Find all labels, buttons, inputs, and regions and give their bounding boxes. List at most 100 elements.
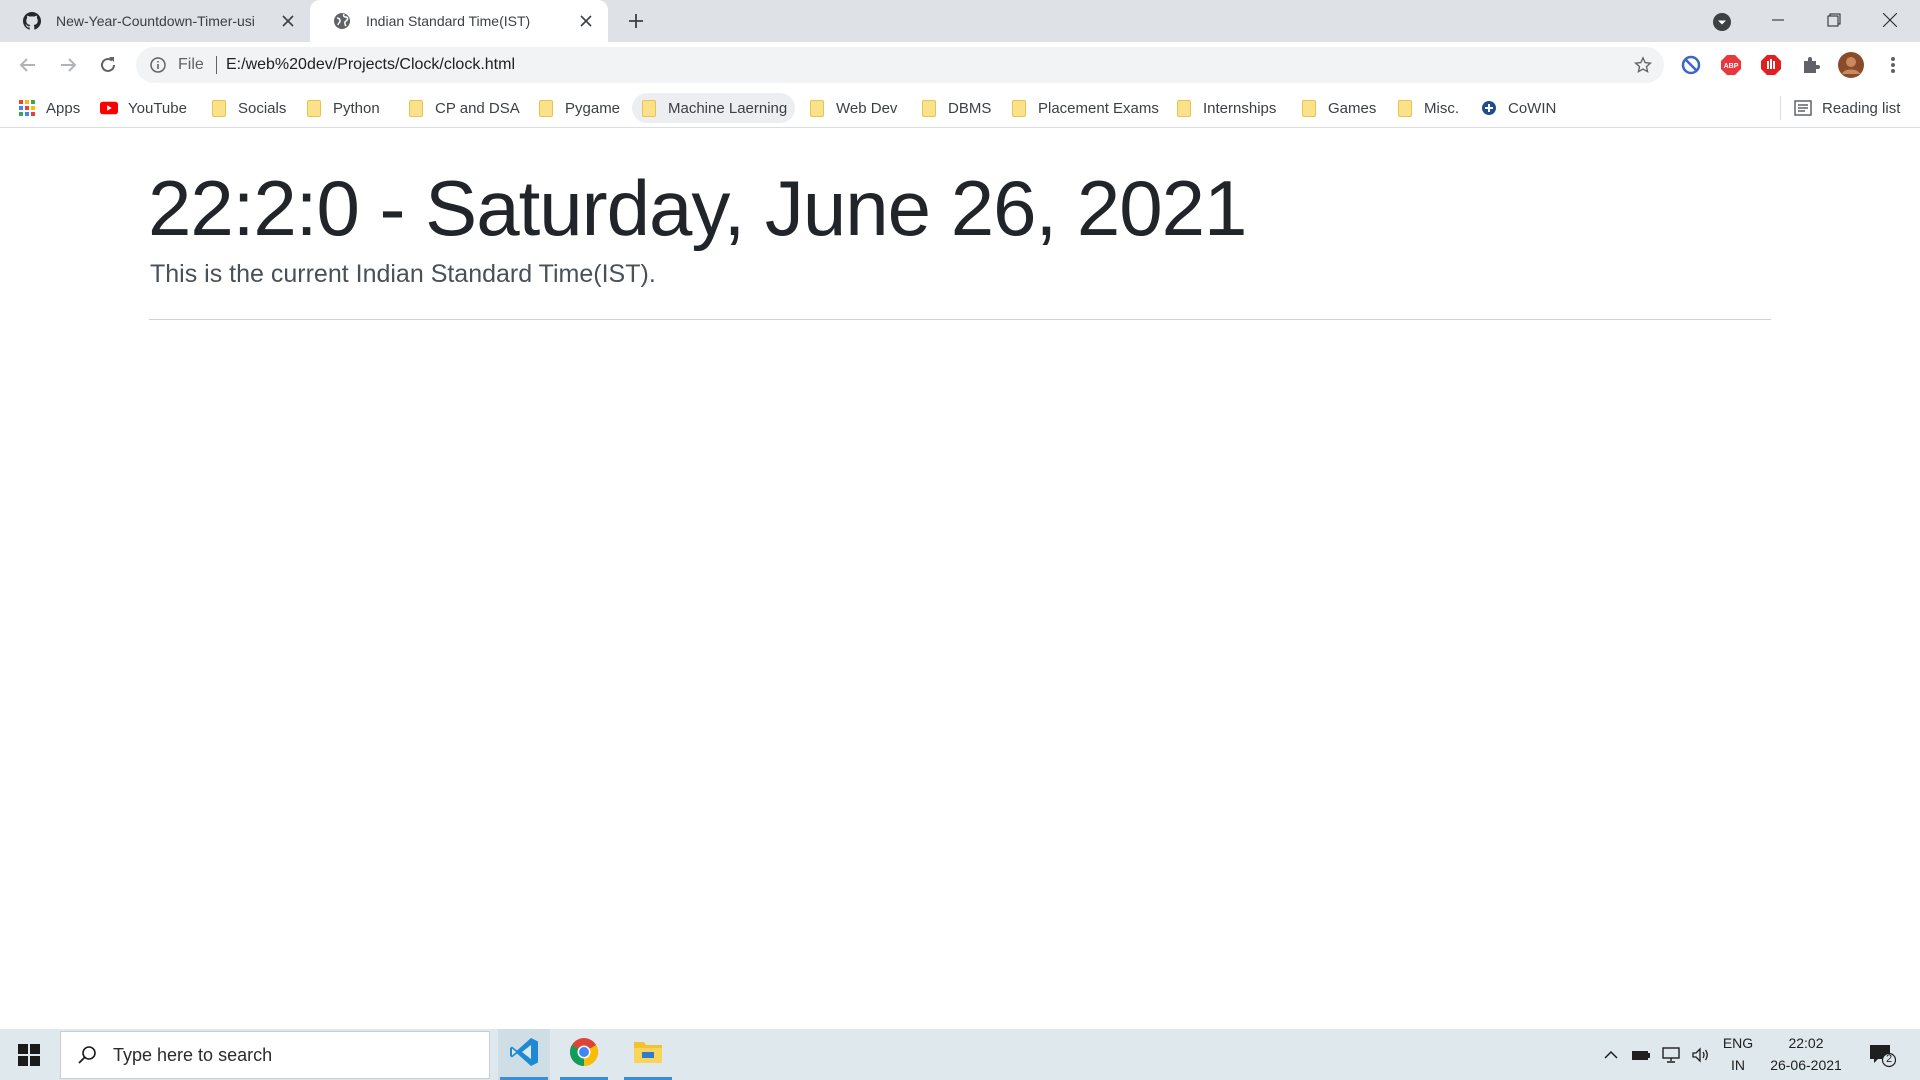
bookmarks-divider (1780, 96, 1781, 120)
horizontal-rule (149, 319, 1771, 320)
tab-ist[interactable]: Indian Standard Time(IST) (310, 0, 608, 42)
chrome-icon (569, 1037, 599, 1072)
restore-button[interactable] (1806, 0, 1862, 40)
svg-text:ABP: ABP (1724, 63, 1739, 70)
notification-count: 2 (1885, 1052, 1893, 1065)
bookmark-folder-cp-dsa[interactable]: CP and DSA (399, 93, 528, 123)
bookmark-folder-misc[interactable]: Misc. (1388, 93, 1467, 123)
bookmark-label: Pygame (565, 99, 621, 117)
reading-list-icon (1794, 99, 1812, 117)
taskbar-app-chrome[interactable] (558, 1029, 610, 1080)
bookmark-label: Machine Laerning (668, 99, 788, 117)
tab-github[interactable]: New-Year-Countdown-Timer-usi (0, 0, 310, 42)
bookmark-label: Web Dev (836, 99, 898, 117)
bookmark-label: Games (1328, 99, 1377, 117)
back-button[interactable] (12, 49, 44, 81)
bookmark-label: DBMS (948, 99, 992, 117)
action-center-button[interactable]: 2 (1862, 1029, 1902, 1080)
minimize-button[interactable] (1750, 0, 1806, 40)
vscode-icon (508, 1036, 540, 1073)
folder-icon (920, 99, 938, 117)
bookmark-folder-placement-exams[interactable]: Placement Exams (1002, 93, 1167, 123)
close-window-button[interactable] (1862, 0, 1918, 40)
bookmark-youtube[interactable]: YouTube (92, 93, 195, 123)
tray-time: 22:02 (1788, 1035, 1824, 1051)
reload-button[interactable] (92, 49, 124, 81)
folder-icon (537, 99, 555, 117)
show-hidden-icons-chevron-icon[interactable] (1598, 1029, 1624, 1080)
bookmarks-bar: Apps YouTube Socials Python CP and DSA P… (0, 88, 1920, 128)
bookmark-star-icon[interactable] (1632, 54, 1654, 76)
close-tab-icon[interactable] (278, 11, 298, 31)
profile-avatar-icon[interactable] (1838, 52, 1864, 78)
tab-search-button[interactable] (1710, 10, 1734, 34)
folder-icon (210, 99, 228, 117)
adblock-plus-icon[interactable]: ABP (1718, 52, 1744, 78)
address-bar[interactable]: File E:/web%20dev/Projects/Clock/clock.h… (136, 47, 1664, 83)
volume-icon[interactable] (1688, 1029, 1714, 1080)
reading-list-label: Reading list (1822, 99, 1901, 117)
taskbar-app-vscode[interactable] (498, 1029, 550, 1080)
windows-logo-icon (18, 1043, 40, 1066)
bookmark-folder-python[interactable]: Python (297, 93, 388, 123)
reading-list-button[interactable]: Reading list (1786, 93, 1908, 123)
language-code: ENG (1722, 1035, 1754, 1051)
hand-stop-icon[interactable] (1758, 52, 1784, 78)
browser-toolbar: File E:/web%20dev/Projects/Clock/clock.h… (0, 42, 1920, 88)
bookmark-label: YouTube (128, 99, 187, 117)
github-icon (22, 11, 42, 31)
folder-icon (1175, 99, 1193, 117)
clock-description: This is the current Indian Standard Time… (150, 260, 656, 288)
tab-strip: New-Year-Countdown-Timer-usi Indian Stan… (0, 0, 1920, 42)
bookmark-folder-web-dev[interactable]: Web Dev (800, 93, 905, 123)
folder-icon (640, 99, 658, 117)
windows-taskbar: Type here to search ENG IN 22:02 26-06-2… (0, 1029, 1920, 1080)
region-code: IN (1731, 1057, 1745, 1073)
bookmark-label: Apps (46, 99, 81, 117)
blocker-icon[interactable] (1678, 52, 1704, 78)
search-placeholder: Type here to search (113, 1044, 273, 1065)
clock-date-tray[interactable]: 22:02 26-06-2021 (1764, 1029, 1848, 1080)
bookmark-label: Misc. (1424, 99, 1459, 117)
taskbar-search-input[interactable]: Type here to search (60, 1031, 490, 1079)
forward-button[interactable] (52, 49, 84, 81)
close-tab-icon[interactable] (576, 11, 596, 31)
scheme-label: File (178, 56, 204, 73)
url-text[interactable]: E:/web%20dev/Projects/Clock/clock.html (226, 56, 515, 74)
bookmark-label: CoWIN (1508, 99, 1557, 117)
tray-date: 26-06-2021 (1770, 1057, 1842, 1073)
globe-icon (332, 11, 352, 31)
start-button[interactable] (0, 1029, 58, 1080)
bookmark-label: Internships (1203, 99, 1277, 117)
new-tab-button[interactable] (622, 9, 650, 33)
apps-grid-icon (18, 99, 36, 117)
address-divider (216, 56, 217, 74)
menu-kebab-icon[interactable] (1880, 52, 1906, 78)
folder-icon (1010, 99, 1028, 117)
cowin-icon (1480, 99, 1498, 117)
puzzle-icon[interactable] (1798, 52, 1824, 78)
bookmark-label: Placement Exams (1038, 99, 1159, 117)
youtube-icon (100, 99, 118, 117)
bookmark-folder-socials[interactable]: Socials (202, 93, 294, 123)
bookmark-apps[interactable]: Apps (10, 93, 88, 123)
bookmark-label: Socials (238, 99, 287, 117)
network-icon[interactable] (1658, 1029, 1684, 1080)
bookmark-folder-internships[interactable]: Internships (1167, 93, 1284, 123)
input-language-indicator[interactable]: ENG IN (1718, 1029, 1758, 1080)
bookmark-folder-dbms[interactable]: DBMS (912, 93, 999, 123)
notification-icon: 2 (1868, 1042, 1896, 1068)
tab-title: Indian Standard Time(IST) (366, 13, 531, 29)
folder-icon (808, 99, 826, 117)
bookmark-folder-machine-learning[interactable]: Machine Laerning (632, 93, 796, 123)
bookmark-folder-games[interactable]: Games (1292, 93, 1384, 123)
taskbar-app-file-explorer[interactable] (622, 1029, 674, 1080)
bookmark-folder-pygame[interactable]: Pygame (529, 93, 628, 123)
page-content: 22:2:0 - Saturday, June 26, 2021 This is… (0, 129, 1920, 1029)
file-explorer-icon (633, 1039, 663, 1070)
clock-heading: 22:2:0 - Saturday, June 26, 2021 (148, 164, 1247, 252)
bookmark-cowin[interactable]: CoWIN (1472, 93, 1564, 123)
info-icon[interactable] (148, 55, 168, 75)
bookmark-label: CP and DSA (435, 99, 520, 117)
battery-icon[interactable] (1628, 1029, 1654, 1080)
